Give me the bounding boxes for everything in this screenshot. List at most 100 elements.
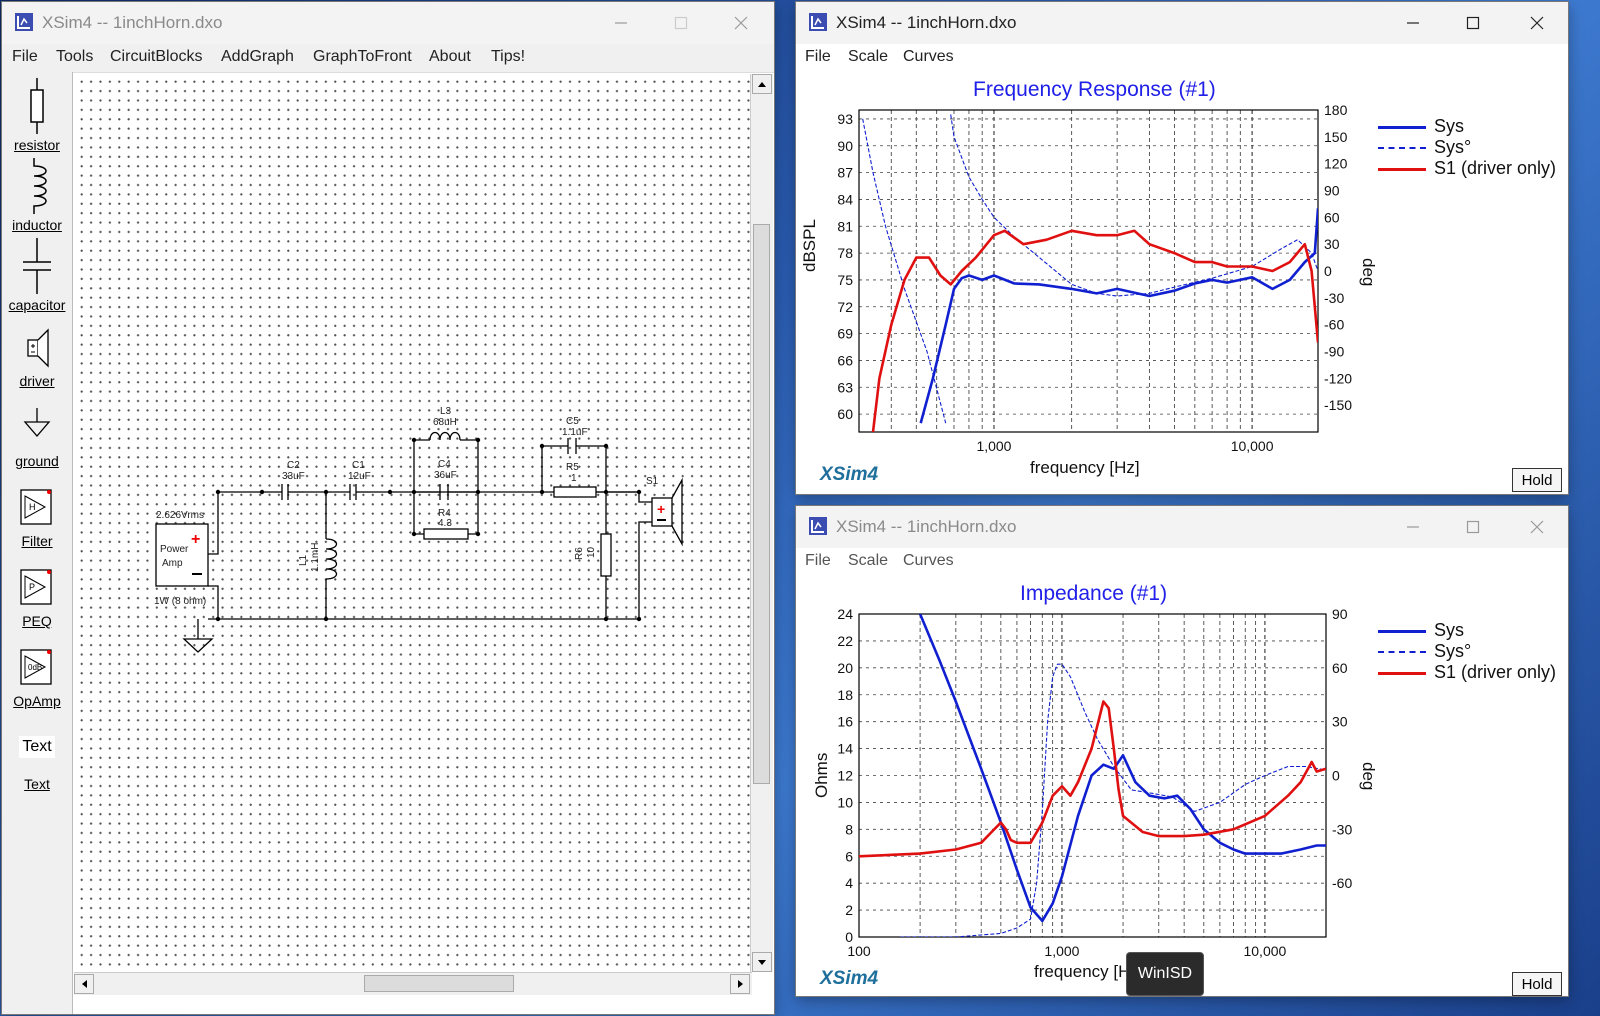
tool-inductor[interactable]: inductor bbox=[2, 158, 72, 233]
hold-button[interactable]: Hold bbox=[1512, 468, 1562, 492]
component-toolbox: resistor inductor capacitor driver groun… bbox=[2, 72, 73, 1014]
app-icon bbox=[809, 13, 827, 31]
scroll-down-button[interactable] bbox=[752, 952, 772, 972]
close-button[interactable] bbox=[1514, 8, 1560, 38]
x-tick-label: 1,000 bbox=[976, 438, 1011, 454]
tool-text[interactable]: Text Text bbox=[2, 736, 72, 792]
menu-circuitblocks[interactable]: CircuitBlocks bbox=[110, 48, 202, 66]
imp-menubar: File Scale Curves bbox=[796, 548, 1568, 576]
maximize-button[interactable] bbox=[1450, 512, 1496, 542]
tool-driver[interactable]: driver bbox=[2, 326, 72, 389]
tool-filter[interactable]: H Filter bbox=[2, 486, 72, 549]
legend-swatch bbox=[1378, 147, 1426, 149]
menu-file[interactable]: File bbox=[805, 48, 831, 66]
legend-label: Sys° bbox=[1434, 137, 1472, 157]
y-tick-label: 8 bbox=[845, 821, 853, 837]
sys-line bbox=[919, 208, 1318, 424]
hold-button[interactable]: Hold bbox=[1512, 972, 1562, 996]
y-tick-label: 81 bbox=[837, 218, 853, 234]
tool-label: OpAmp bbox=[13, 693, 61, 709]
tool-capacitor[interactable]: capacitor bbox=[2, 238, 72, 313]
minimize-button[interactable] bbox=[598, 8, 644, 38]
legend-swatch bbox=[1378, 168, 1426, 171]
amp-label-2: Amp bbox=[162, 558, 183, 569]
imp-titlebar[interactable]: XSim4 -- 1inchHorn.dxo bbox=[796, 506, 1568, 548]
x-tick-label: 100 bbox=[847, 943, 871, 959]
vertical-scroll-thumb[interactable] bbox=[753, 224, 770, 784]
tool-ground[interactable]: ground bbox=[2, 406, 72, 469]
svg-text:H: H bbox=[29, 502, 36, 512]
y-tick-label: 75 bbox=[837, 272, 853, 288]
text-icon: Text bbox=[19, 736, 55, 758]
amp-label-1: Power bbox=[160, 544, 189, 555]
c1-name: C1 bbox=[352, 460, 365, 471]
impedance-window: XSim4 -- 1inchHorn.dxo File Scale Curves… bbox=[796, 506, 1568, 996]
c5-name: C5 bbox=[566, 416, 579, 427]
horizontal-scroll-thumb[interactable] bbox=[364, 975, 514, 992]
l3-value: 68uH bbox=[433, 417, 457, 428]
menu-file[interactable]: File bbox=[805, 552, 831, 570]
freq-titlebar[interactable]: XSim4 -- 1inchHorn.dxo bbox=[796, 2, 1568, 44]
maximize-button[interactable] bbox=[658, 8, 704, 38]
r6-name: R6 bbox=[574, 547, 585, 560]
scroll-left-button[interactable] bbox=[74, 974, 94, 994]
tool-label: resistor bbox=[14, 137, 60, 153]
close-button[interactable] bbox=[718, 8, 764, 38]
scroll-right-button[interactable] bbox=[730, 974, 750, 994]
menu-tips[interactable]: Tips! bbox=[491, 48, 525, 66]
freq-plot-area[interactable]: Frequency Response (#1) dBSPL deg freque… bbox=[796, 72, 1568, 494]
tool-resistor[interactable]: resistor bbox=[2, 78, 72, 153]
y-tick-label: 16 bbox=[837, 714, 853, 730]
menu-graphtofront[interactable]: GraphToFront bbox=[313, 48, 412, 66]
plot-frame bbox=[858, 109, 1319, 433]
menu-scale[interactable]: Scale bbox=[848, 48, 888, 66]
tool-label: driver bbox=[19, 373, 55, 389]
imp-plot-area[interactable]: Impedance (#1) Ohms deg frequency [Hz] 0… bbox=[796, 576, 1568, 996]
circuit-window: XSim4 -- 1inchHorn.dxo File Tools Circui… bbox=[2, 2, 774, 1014]
scroll-up-button[interactable] bbox=[752, 74, 772, 94]
capacitor-icon bbox=[23, 238, 51, 294]
menu-scale[interactable]: Scale bbox=[848, 552, 888, 570]
menu-addgraph[interactable]: AddGraph bbox=[221, 48, 294, 66]
xsim-brand: XSim4 bbox=[820, 464, 879, 485]
close-button[interactable] bbox=[1514, 512, 1560, 542]
y2-tick-label: -60 bbox=[1324, 317, 1344, 333]
maximize-button[interactable] bbox=[1450, 8, 1496, 38]
schematic-canvas[interactable]: + + 2.626Vrms Power Amp 1W (8 ohm) C2 33… bbox=[74, 74, 752, 972]
c4-name: C4 bbox=[438, 459, 451, 470]
menu-file[interactable]: File bbox=[12, 48, 38, 66]
y2-tick-label: 90 bbox=[1332, 606, 1348, 622]
tool-opamp[interactable]: 0dB OpAmp bbox=[2, 646, 72, 709]
y-tick-label: 78 bbox=[837, 245, 853, 261]
legend-swatch bbox=[1378, 672, 1426, 675]
r6-value: 10 bbox=[586, 546, 597, 558]
ground-icon bbox=[23, 408, 51, 437]
minimize-button[interactable] bbox=[1390, 8, 1436, 38]
sys-phase-line bbox=[900, 663, 1326, 937]
menu-about[interactable]: About bbox=[429, 48, 471, 66]
x-tick-label: 10,000 bbox=[1243, 943, 1286, 959]
y2-tick-label: 0 bbox=[1332, 768, 1340, 784]
vertical-scrollbar[interactable] bbox=[750, 74, 773, 972]
circuit-titlebar[interactable]: XSim4 -- 1inchHorn.dxo bbox=[2, 2, 774, 44]
menu-curves[interactable]: Curves bbox=[903, 48, 954, 66]
r5-name: R5 bbox=[566, 462, 579, 473]
minimize-button[interactable] bbox=[1390, 512, 1436, 542]
menu-curves[interactable]: Curves bbox=[903, 552, 954, 570]
freq-menubar: File Scale Curves bbox=[796, 44, 1568, 72]
l1-name: L1 bbox=[298, 554, 309, 566]
svg-text:0dB: 0dB bbox=[28, 663, 42, 672]
filter-icon: H bbox=[20, 489, 52, 525]
opamp-icon: 0dB bbox=[20, 649, 52, 685]
peq-icon: P bbox=[20, 569, 52, 605]
tool-peq[interactable]: P PEQ bbox=[2, 566, 72, 629]
amp-power-label: 1W (8 ohm) bbox=[154, 596, 206, 607]
r4-value: 4.3 bbox=[438, 518, 452, 529]
y-tick-label: 90 bbox=[837, 138, 853, 154]
s1-name: S1 bbox=[646, 476, 659, 487]
horizontal-scrollbar[interactable] bbox=[74, 972, 752, 995]
menu-tools[interactable]: Tools bbox=[56, 48, 93, 66]
driver-icon bbox=[27, 328, 49, 368]
svg-text:P: P bbox=[29, 582, 35, 592]
y-tick-label: 22 bbox=[837, 633, 853, 649]
